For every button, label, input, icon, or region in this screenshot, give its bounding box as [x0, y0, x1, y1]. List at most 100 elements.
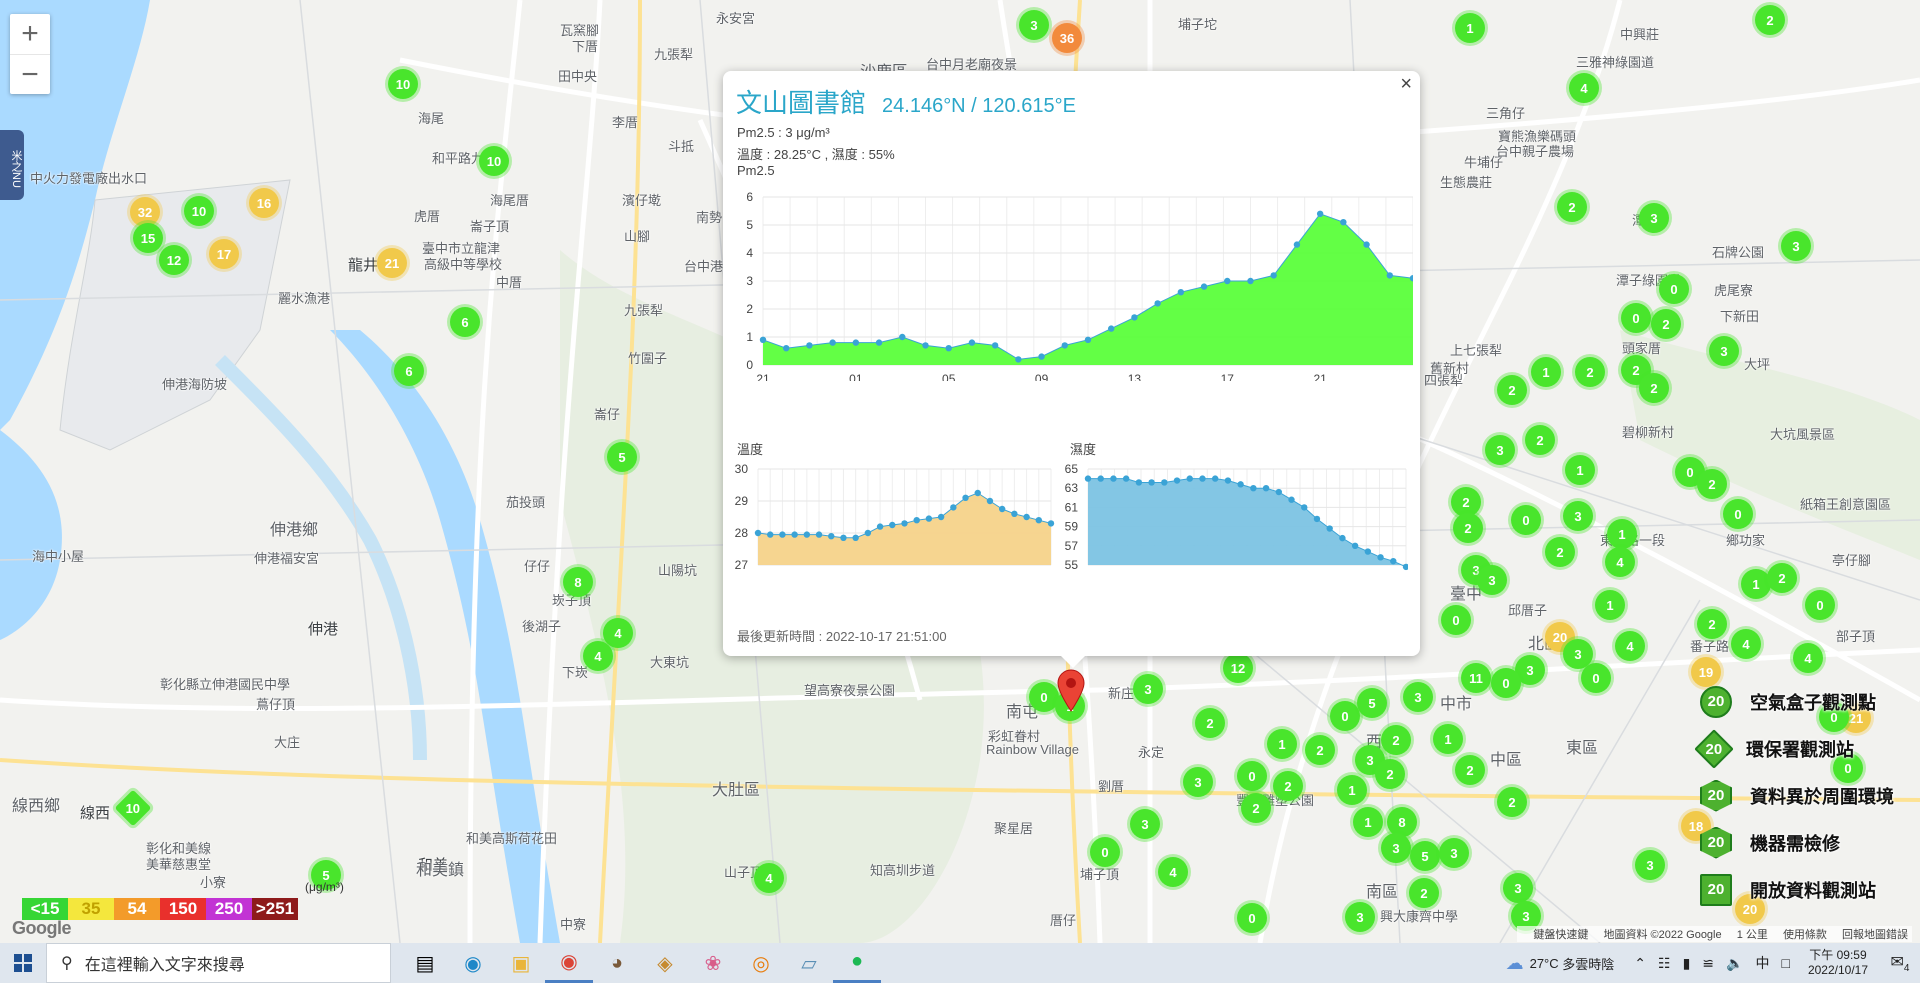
station-marker[interactable]: 2 [1241, 793, 1271, 823]
station-marker[interactable]: 2 [1767, 563, 1797, 593]
selected-location-pin-icon[interactable] [1056, 668, 1086, 712]
station-marker[interactable]: 4 [583, 641, 613, 671]
station-marker[interactable]: 4 [754, 863, 784, 893]
zoom-out-button[interactable]: − [10, 54, 50, 94]
edge-browser-icon[interactable]: ◉ [449, 943, 497, 983]
station-marker[interactable]: 3 [1183, 767, 1213, 797]
station-marker[interactable]: 0 [1441, 605, 1471, 635]
app-icon-1[interactable]: ◕ [593, 943, 641, 983]
map-canvas[interactable]: 瓦窯腳下厝永安宮九張犁田中央李厝斗抵沙鹿區台中月老廟夜景埔子坨中興莊三雅神綠園道… [0, 0, 1920, 943]
file-explorer-icon[interactable]: ▣ [497, 943, 545, 983]
pinned-apps[interactable]: ▤ ◉ ▣ ◉ ◕ ◈ ❀ ◎ ▱ ● [401, 943, 881, 983]
station-marker[interactable]: 1 [1455, 13, 1485, 43]
station-marker[interactable]: 4 [1605, 547, 1635, 577]
task-view-icon[interactable]: ▤ [401, 943, 449, 983]
station-marker[interactable]: 2 [1697, 469, 1727, 499]
battery-icon[interactable]: ▮ [1683, 955, 1691, 972]
station-marker[interactable]: 8 [563, 567, 593, 597]
station-marker[interactable]: 3 [1635, 850, 1665, 880]
notification-center-icon[interactable]: ✉4 [1880, 952, 1920, 974]
app-icon-4[interactable]: ▱ [785, 943, 833, 983]
station-marker[interactable]: 0 [1237, 761, 1267, 791]
station-marker[interactable]: 4 [1615, 631, 1645, 661]
station-marker[interactable]: 3 [1503, 873, 1533, 903]
station-marker[interactable]: 2 [1575, 357, 1605, 387]
station-marker[interactable]: 4 [1158, 857, 1188, 887]
station-marker[interactable]: 3 [1485, 435, 1515, 465]
side-panel-tab[interactable]: 米之NU [0, 130, 24, 200]
station-marker[interactable]: 5 [1357, 688, 1387, 718]
keyboard-shortcuts-link[interactable]: 鍵盤快速鍵 [1533, 929, 1588, 941]
station-marker[interactable]: 10 [184, 196, 214, 226]
station-marker[interactable]: 2 [1545, 537, 1575, 567]
station-marker[interactable]: 4 [1793, 643, 1823, 673]
chrome-browser-icon[interactable]: ◉ [545, 943, 593, 983]
station-marker[interactable]: 2 [1497, 787, 1527, 817]
station-marker[interactable]: 2 [1497, 375, 1527, 405]
station-marker[interactable]: 3 [1477, 565, 1507, 595]
station-marker[interactable]: 2 [1409, 878, 1439, 908]
volume-icon[interactable]: 🔈 [1726, 955, 1743, 972]
station-marker[interactable]: 3 [1130, 809, 1160, 839]
map-scale-label[interactable]: 1 公里 [1737, 929, 1768, 941]
station-marker[interactable]: 2 [1755, 5, 1785, 35]
station-marker[interactable]: 17 [209, 239, 239, 269]
station-marker[interactable]: 3 [1019, 10, 1049, 40]
station-marker[interactable]: 1 [1565, 455, 1595, 485]
station-marker[interactable]: 0 [1723, 499, 1753, 529]
close-icon[interactable]: × [1400, 73, 1412, 96]
station-marker[interactable]: 0 [1621, 303, 1651, 333]
station-marker[interactable]: 2 [1557, 192, 1587, 222]
station-marker[interactable]: 2 [1273, 771, 1303, 801]
station-marker[interactable]: 1 [1353, 807, 1383, 837]
station-marker[interactable]: 2 [1525, 425, 1555, 455]
spotify-icon[interactable]: ● [833, 943, 881, 983]
wifi-icon[interactable]: ≌ [1702, 955, 1714, 972]
station-marker[interactable]: 0 [1511, 505, 1541, 535]
station-marker[interactable]: 0 [1581, 663, 1611, 693]
weather-widget[interactable]: ☁ 27°C 多雲時陰 [1506, 953, 1615, 974]
ime-mode-icon[interactable]: □ [1781, 955, 1789, 971]
station-marker[interactable]: 5 [1410, 841, 1440, 871]
station-marker[interactable]: 12 [1223, 653, 1253, 683]
station-marker[interactable]: 2 [1455, 755, 1485, 785]
start-button[interactable] [0, 943, 46, 983]
zoom-control[interactable]: + − [10, 14, 50, 94]
station-marker[interactable]: 3 [1639, 203, 1669, 233]
station-marker[interactable]: 3 [1781, 231, 1811, 261]
station-marker[interactable]: 10 [479, 146, 509, 176]
station-marker[interactable]: 10 [388, 69, 418, 99]
station-marker[interactable]: 2 [1651, 309, 1681, 339]
station-marker[interactable]: 12 [159, 245, 189, 275]
station-marker[interactable]: 2 [1305, 735, 1335, 765]
station-marker[interactable]: 2 [1195, 708, 1225, 738]
station-marker[interactable]: 4 [1569, 73, 1599, 103]
station-marker[interactable]: 16 [249, 188, 279, 218]
station-marker[interactable]: 4 [1731, 629, 1761, 659]
station-marker[interactable]: 15 [133, 223, 163, 253]
station-marker[interactable]: 1 [1607, 519, 1637, 549]
station-marker[interactable]: 0 [1330, 701, 1360, 731]
station-marker[interactable]: 3 [1381, 833, 1411, 863]
station-marker[interactable]: 3 [1133, 674, 1163, 704]
station-marker[interactable]: 21 [377, 248, 407, 278]
terms-link[interactable]: 使用條款 [1783, 929, 1827, 941]
station-marker[interactable]: 1 [1595, 590, 1625, 620]
report-error-link[interactable]: 回報地圖錯誤 [1842, 929, 1908, 941]
station-marker[interactable]: 0 [1237, 903, 1267, 933]
station-marker[interactable]: 2 [1639, 373, 1669, 403]
station-marker[interactable]: 2 [1697, 609, 1727, 639]
station-marker[interactable]: 3 [1345, 902, 1375, 932]
station-marker[interactable]: 6 [450, 307, 480, 337]
chevron-up-icon[interactable]: ⌃ [1634, 955, 1646, 972]
station-marker[interactable]: 2 [1453, 513, 1483, 543]
zoom-in-button[interactable]: + [10, 14, 50, 54]
station-marker[interactable]: 1 [1433, 724, 1463, 754]
clock[interactable]: 下午 09:59 2022/10/17 [1808, 948, 1868, 978]
app-icon-3[interactable]: ❀ [689, 943, 737, 983]
station-marker[interactable]: 5 [607, 442, 637, 472]
station-marker[interactable]: 2 [1381, 725, 1411, 755]
station-marker[interactable]: 3 [1563, 501, 1593, 531]
station-marker[interactable]: 36 [1052, 23, 1082, 53]
station-marker[interactable]: 0 [1491, 668, 1521, 698]
